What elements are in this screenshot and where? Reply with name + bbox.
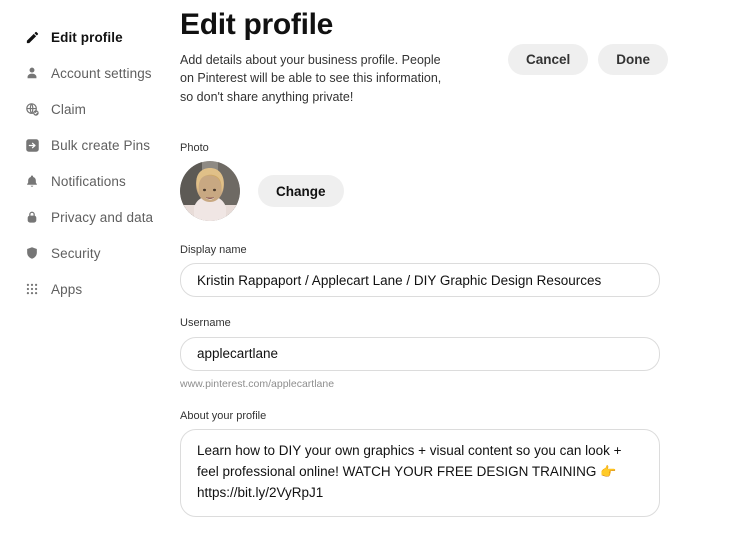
page-title: Edit profile [180,8,334,41]
sidebar-item-label: Account settings [51,65,152,81]
person-icon [24,65,40,81]
username-input[interactable] [180,336,660,371]
edit-profile-page: Edit profile Account settings Claim Bulk… [0,0,730,517]
sidebar-item-notifications[interactable]: Notifications [0,163,180,199]
avatar[interactable] [180,161,240,222]
bell-icon [24,173,40,189]
edit-profile-main: Edit profile Add details about your busi… [180,0,730,536]
sidebar-item-label: Edit profile [51,29,123,45]
sidebar-item-security[interactable]: Security [0,235,180,271]
sidebar-item-claim[interactable]: Claim [0,91,180,127]
sidebar-item-privacy-and-data[interactable]: Privacy and data [0,199,180,235]
username-field: Username www.pinterest.com/applecartlane [180,316,660,390]
sidebar-item-label: Apps [51,281,83,297]
sidebar-item-label: Privacy and data [51,209,154,225]
sidebar-item-label: Claim [51,101,87,117]
globe-check-icon [24,101,40,117]
display-name-input[interactable] [180,263,660,298]
display-name-label: Display name [180,244,247,257]
about-label: About your profile [180,409,267,422]
avatar-image [180,161,240,222]
sidebar-item-label: Security [51,245,101,261]
about-link: https://bit.ly/2VyRpJ1 [197,484,324,500]
done-button[interactable]: Done [598,44,668,75]
photo-label: Photo [180,141,209,154]
photo-row: Change [180,161,660,222]
sidebar-item-bulk-create-pins[interactable]: Bulk create Pins [0,127,180,163]
lock-icon [24,209,40,225]
username-helper-text: www.pinterest.com/applecartlane [180,377,335,390]
page-subtitle: Add details about your business profile.… [180,52,442,105]
about-field: About your profile Learn how to DIY your… [180,409,660,517]
sidebar-item-account-settings[interactable]: Account settings [0,55,180,91]
about-textarea[interactable]: Learn how to DIY your own graphics + vis… [180,428,660,517]
edit-profile-form: Photo Change Display name Kristin Rappap… [180,141,660,517]
photo-field: Photo Change [180,141,660,222]
sidebar-item-edit-profile[interactable]: Edit profile [0,19,180,55]
username-label: Username [180,317,231,330]
change-photo-button[interactable]: Change [258,175,344,208]
header-actions: Cancel Done [507,44,668,75]
display-name-field: Display name [180,243,660,298]
grid-dots-icon [24,281,40,297]
pointing-hand-icon: 👉 [600,463,617,479]
shield-icon [24,245,40,261]
arrow-into-box-icon [24,137,40,153]
settings-sidebar: Edit profile Account settings Claim Bulk… [0,0,180,307]
about-line-2: professional online! WATCH YOUR FREE DES… [222,463,601,479]
cancel-button[interactable]: Cancel [507,44,589,75]
sidebar-item-label: Notifications [51,173,126,189]
pencil-icon [24,29,40,45]
sidebar-item-apps[interactable]: Apps [0,271,180,307]
sidebar-item-label: Bulk create Pins [51,137,151,153]
